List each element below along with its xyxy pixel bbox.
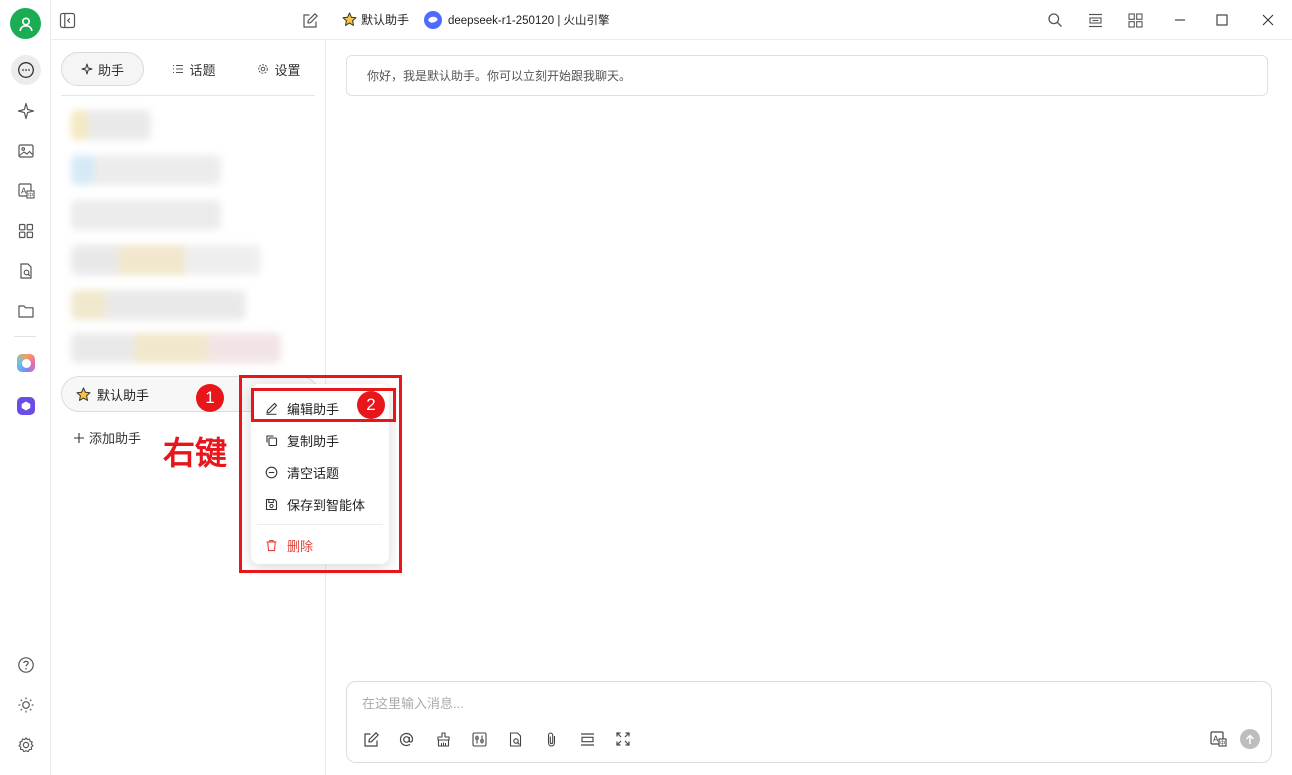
star-icon bbox=[342, 12, 357, 27]
translate-icon[interactable]: A中 bbox=[1207, 728, 1229, 750]
help-icon[interactable] bbox=[11, 650, 41, 680]
model-label: deepseek-r1-250120 | 火山引擎 bbox=[448, 15, 610, 27]
settings-sliders-icon[interactable] bbox=[468, 728, 490, 750]
annotation-badge-2: 2 bbox=[357, 391, 385, 419]
settings-gear-icon[interactable] bbox=[11, 730, 41, 760]
svg-text:A: A bbox=[21, 187, 27, 196]
assistant-item-label: 默认助手 bbox=[97, 387, 150, 403]
new-topic-icon[interactable] bbox=[360, 728, 382, 750]
deepseek-logo-icon bbox=[424, 11, 442, 29]
mini-app-icon[interactable] bbox=[11, 348, 41, 378]
svg-text:A: A bbox=[1213, 735, 1219, 744]
welcome-message: 你好，我是默认助手。你可以立刻开始跟我聊天。 bbox=[346, 55, 1268, 96]
minimize-icon[interactable] bbox=[1169, 9, 1191, 31]
assistant-selector[interactable]: 默认助手 bbox=[342, 11, 409, 28]
send-arrow-icon bbox=[1240, 729, 1260, 749]
clear-broom-icon[interactable] bbox=[432, 728, 454, 750]
add-assistant-button[interactable]: 添加助手 bbox=[73, 428, 141, 447]
blurred-assistant-row[interactable] bbox=[71, 290, 246, 320]
translate-icon[interactable]: A中 bbox=[11, 176, 41, 206]
message-composer: A中 bbox=[346, 681, 1272, 763]
tab-settings[interactable]: 设置 bbox=[239, 52, 319, 86]
svg-text:中: 中 bbox=[1220, 739, 1226, 747]
sparkle-icon[interactable] bbox=[11, 96, 41, 126]
sparkle-icon bbox=[81, 63, 93, 75]
blurred-assistant-row[interactable] bbox=[71, 200, 221, 230]
theme-sun-icon[interactable] bbox=[11, 690, 41, 720]
rail-divider bbox=[14, 336, 36, 337]
search-icon[interactable] bbox=[1044, 9, 1066, 31]
narrow-mode-icon[interactable] bbox=[1084, 9, 1106, 31]
narrow-width-icon[interactable] bbox=[576, 728, 598, 750]
left-rail: A中 bbox=[0, 0, 51, 775]
layout-grid-icon[interactable] bbox=[1124, 9, 1146, 31]
blurred-assistant-row[interactable] bbox=[71, 155, 221, 185]
avatar[interactable] bbox=[10, 8, 41, 39]
image-icon[interactable] bbox=[11, 136, 41, 166]
blurred-assistant-row[interactable] bbox=[71, 333, 281, 363]
folder-icon[interactable] bbox=[11, 296, 41, 326]
send-button[interactable] bbox=[1239, 728, 1261, 750]
plus-icon bbox=[73, 432, 85, 444]
maximize-icon[interactable] bbox=[1211, 9, 1233, 31]
close-icon[interactable] bbox=[1257, 9, 1279, 31]
fullscreen-icon[interactable] bbox=[612, 728, 634, 750]
agent-app-icon[interactable] bbox=[11, 391, 41, 421]
title-bar: 默认助手 deepseek-r1-250120 | 火山引擎 bbox=[51, 0, 1292, 40]
tab-divider bbox=[61, 95, 315, 96]
apps-grid-icon[interactable] bbox=[11, 216, 41, 246]
blurred-assistant-row[interactable] bbox=[71, 245, 261, 275]
annotation-right-click-label: 右键 bbox=[163, 435, 228, 471]
file-search-icon[interactable] bbox=[11, 256, 41, 286]
mention-icon[interactable] bbox=[395, 728, 417, 750]
tab-assistants[interactable]: 助手 bbox=[61, 52, 144, 86]
list-icon bbox=[172, 63, 184, 75]
star-icon bbox=[76, 387, 91, 402]
model-selector[interactable]: deepseek-r1-250120 | 火山引擎 bbox=[424, 11, 610, 29]
new-chat-icon[interactable] bbox=[299, 9, 321, 31]
message-input[interactable] bbox=[362, 693, 1242, 713]
tab-topics[interactable]: 话题 bbox=[154, 52, 234, 86]
knowledge-search-icon[interactable] bbox=[504, 728, 526, 750]
assistant-name: 默认助手 bbox=[361, 13, 410, 27]
svg-text:中: 中 bbox=[28, 191, 34, 199]
gear-icon bbox=[257, 63, 269, 75]
blurred-assistant-row[interactable] bbox=[71, 110, 151, 140]
annotation-badge-1: 1 bbox=[196, 384, 224, 412]
chat-icon[interactable] bbox=[11, 55, 41, 85]
attachment-icon[interactable] bbox=[540, 728, 562, 750]
sidebar-toggle-icon[interactable] bbox=[56, 9, 78, 31]
